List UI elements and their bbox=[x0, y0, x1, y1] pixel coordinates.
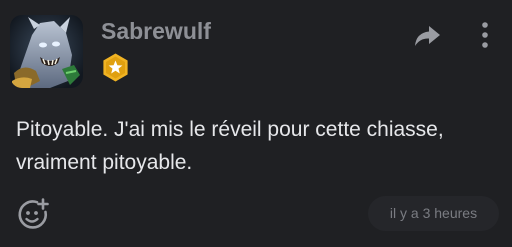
star-badge-icon bbox=[100, 52, 131, 83]
more-options-button[interactable] bbox=[476, 20, 494, 50]
avatar-image bbox=[10, 15, 83, 88]
comment-card: Sabrewulf Pitoyable. J'ai mis le réveil … bbox=[0, 0, 512, 247]
share-arrow-icon bbox=[415, 26, 440, 46]
add-reaction-button[interactable] bbox=[16, 198, 50, 230]
share-button[interactable] bbox=[412, 24, 442, 48]
vertical-dots-icon bbox=[482, 22, 488, 48]
username[interactable]: Sabrewulf bbox=[101, 18, 211, 45]
timestamp: il y a 3 heures bbox=[368, 196, 499, 231]
avatar[interactable] bbox=[10, 15, 83, 88]
comment-text: Pitoyable. J'ai mis le réveil pour cette… bbox=[16, 118, 444, 174]
add-emoji-icon bbox=[18, 198, 49, 229]
